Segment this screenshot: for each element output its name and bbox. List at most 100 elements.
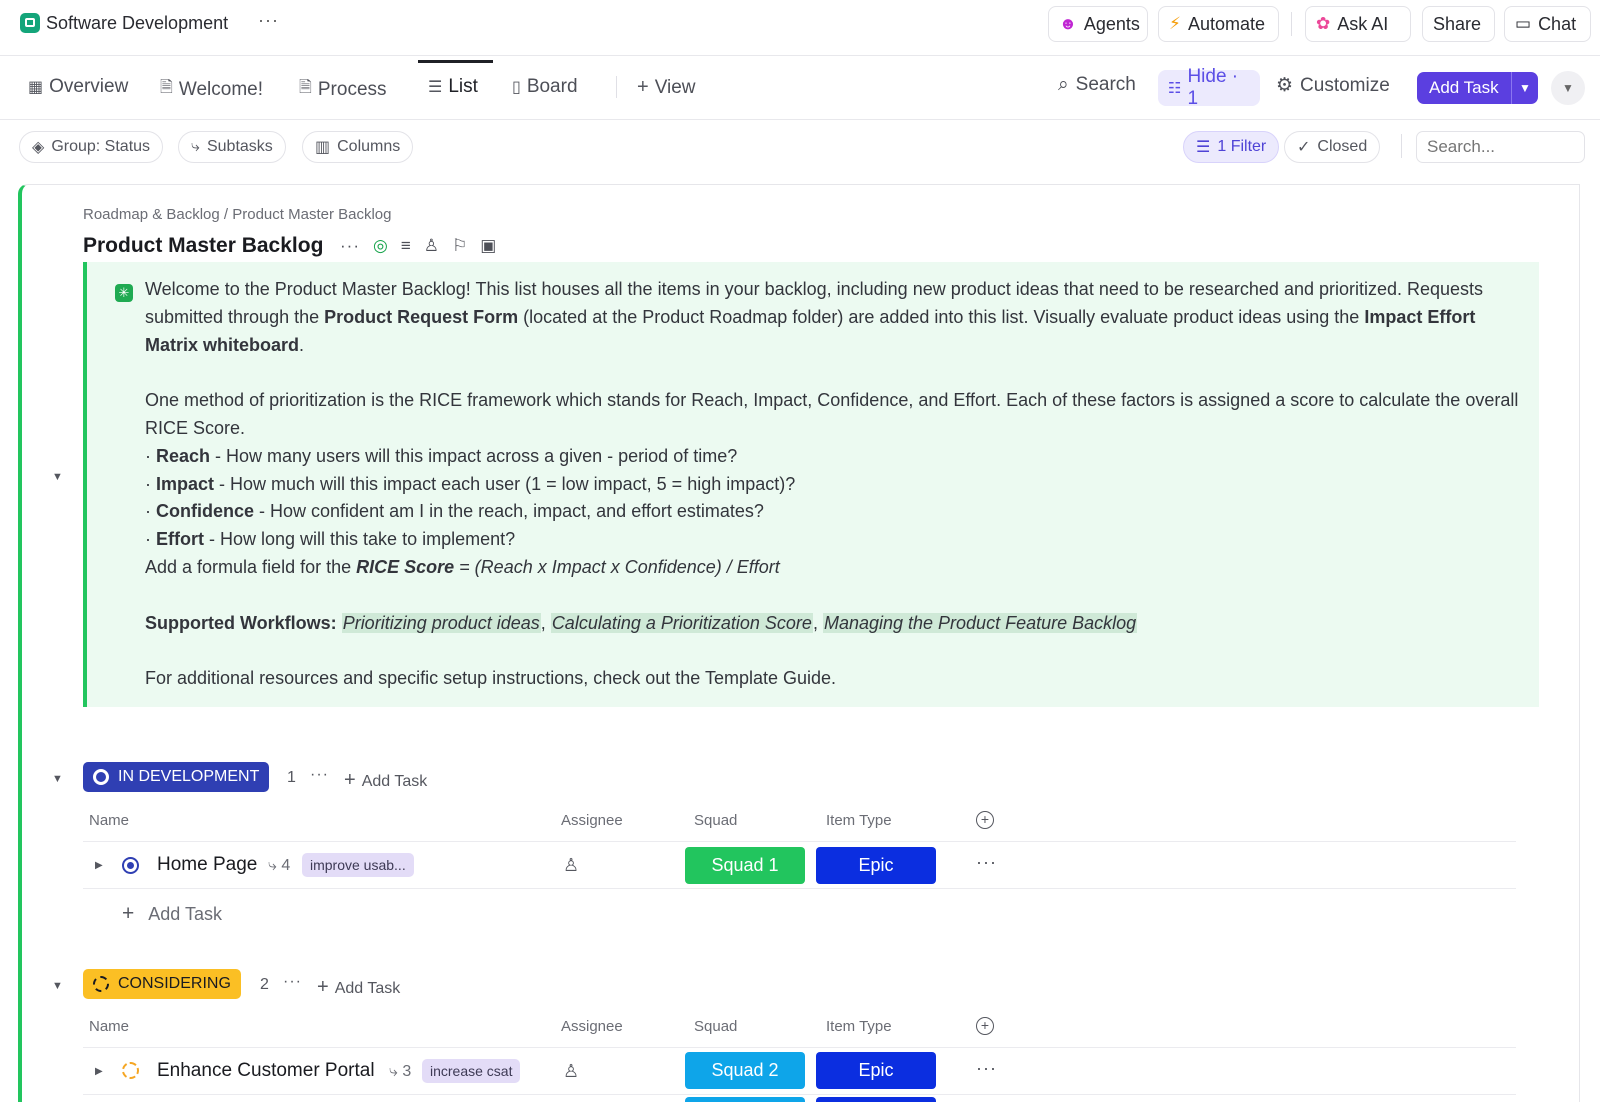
more-icon[interactable]: ··· xyxy=(340,236,360,256)
description-rice: One method of prioritization is the RICE… xyxy=(145,390,1519,438)
column-header-assignee[interactable]: Assignee xyxy=(561,1018,623,1035)
column-header-assignee[interactable]: Assignee xyxy=(561,812,623,829)
workflow-link[interactable]: Calculating a Prioritization Score xyxy=(550,612,813,633)
add-view-button[interactable]: + View xyxy=(637,76,696,99)
squad-cell[interactable]: Squad 1 xyxy=(685,847,805,884)
expand-subtasks-icon[interactable]: ▶ xyxy=(95,1066,103,1077)
more-icon[interactable]: ··· xyxy=(976,1058,997,1079)
breadcrumb[interactable]: Roadmap & Backlog / Product Master Backl… xyxy=(83,206,391,223)
agents-button[interactable]: ☻ Agents xyxy=(1048,6,1148,42)
collapse-description-icon[interactable]: ▼ xyxy=(52,471,63,483)
status-icon[interactable] xyxy=(122,1062,139,1079)
chevron-down-icon[interactable]: ▼ xyxy=(1512,81,1538,95)
doc-icon: 🗎 xyxy=(299,79,312,96)
columns-button[interactable]: ▥ Columns xyxy=(302,131,414,163)
tag[interactable]: increase csat xyxy=(422,1059,521,1083)
active-tab-indicator xyxy=(418,60,493,63)
tab-board[interactable]: ▯ Board xyxy=(512,76,578,98)
group-add-task-button[interactable]: + Add Task xyxy=(317,976,400,999)
divider xyxy=(1401,134,1402,158)
subtask-count[interactable]: ⤷ 3 xyxy=(389,1063,411,1081)
tab-list[interactable]: ☰ List xyxy=(428,76,478,98)
chevron-down-icon: ▼ xyxy=(1562,81,1574,95)
workflow-link[interactable]: Managing the Product Feature Backlog xyxy=(822,612,1138,633)
plus-icon: + xyxy=(317,976,329,998)
collapse-group-icon[interactable]: ▼ xyxy=(52,980,63,992)
more-icon[interactable]: ··· xyxy=(283,973,302,991)
task-name[interactable]: Enhance Customer Portal xyxy=(157,1060,375,1082)
item-type-cell[interactable]: Epic xyxy=(816,847,936,884)
gear-icon: ⚙ xyxy=(1276,75,1294,96)
column-header-item-type[interactable]: Item Type xyxy=(826,812,892,829)
expand-subtasks-icon[interactable]: ▶ xyxy=(95,860,103,871)
workspace-icon xyxy=(20,13,40,33)
filter-button[interactable]: ☰ 1 Filter xyxy=(1183,131,1280,163)
automate-button[interactable]: ⚡ Automate xyxy=(1158,6,1279,42)
plus-icon: + xyxy=(637,76,649,98)
add-column-icon[interactable]: + xyxy=(976,811,994,829)
tab-process[interactable]: 🗎 Process xyxy=(299,76,387,103)
description-closing: For additional resources and specific se… xyxy=(145,668,837,689)
page-title[interactable]: Product Master Backlog xyxy=(83,234,323,258)
add-assignee-icon[interactable]: ♙ xyxy=(563,1061,579,1082)
status-badge[interactable]: IN DEVELOPMENT xyxy=(83,762,270,792)
supported-workflows: Supported Workflows: Prioritizing produc… xyxy=(145,612,1138,633)
task-name[interactable]: Home Page xyxy=(157,854,257,876)
customize-button[interactable]: ⚙ Customize xyxy=(1276,74,1390,97)
hide-button[interactable]: ☷ Hide · 1 xyxy=(1158,66,1260,109)
group-by-button[interactable]: ◈ Group: Status xyxy=(19,131,164,163)
status-icon[interactable] xyxy=(122,857,139,874)
status-badge[interactable]: CONSIDERING xyxy=(83,969,241,999)
subtasks-button[interactable]: ⤷ Subtasks xyxy=(178,131,286,163)
column-header-squad[interactable]: Squad xyxy=(694,812,737,829)
tab-overview[interactable]: ▦ Overview xyxy=(28,76,128,98)
more-icon[interactable]: ··· xyxy=(258,10,279,31)
collapse-toggle-button[interactable]: ▼ xyxy=(1551,71,1585,105)
status-icon xyxy=(93,769,109,785)
tag[interactable]: improve usab... xyxy=(302,853,414,877)
flag-icon[interactable]: ⚐ xyxy=(452,236,467,256)
divider xyxy=(616,76,617,98)
collapse-group-icon[interactable]: ▼ xyxy=(52,773,63,785)
squad-cell[interactable]: Squad 2 xyxy=(685,1052,805,1089)
ask-ai-button[interactable]: ✿ Ask AI xyxy=(1305,6,1411,42)
top-bar: Software Development ··· ☻ Agents ⚡ Auto… xyxy=(0,0,1600,56)
add-task-row[interactable]: + Add Task xyxy=(122,902,222,926)
column-header-name[interactable]: Name xyxy=(89,812,129,829)
sparkle-icon: ✳ xyxy=(115,284,133,302)
chat-button[interactable]: ▭ Chat xyxy=(1504,6,1591,42)
column-header-name[interactable]: Name xyxy=(89,1018,129,1035)
workspace-title[interactable]: Software Development xyxy=(46,13,228,34)
column-header-squad[interactable]: Squad xyxy=(694,1018,737,1035)
search-button[interactable]: ⌕ Search xyxy=(1058,74,1136,96)
share-button[interactable]: Share xyxy=(1422,6,1495,42)
workflow-link[interactable]: Prioritizing product ideas xyxy=(341,612,541,633)
description-icon[interactable]: ≡ xyxy=(401,236,411,256)
subtask-count[interactable]: ⤷ 4 xyxy=(268,857,290,875)
item-type-cell[interactable]: Epic xyxy=(816,1052,936,1089)
columns-icon: ▥ xyxy=(315,139,331,156)
user-icon[interactable]: ♙ xyxy=(424,236,439,256)
item-type-cell xyxy=(816,1097,936,1102)
add-assignee-icon[interactable]: ♙ xyxy=(563,855,579,876)
group-count: 2 xyxy=(260,976,269,993)
more-icon[interactable]: ··· xyxy=(976,852,997,873)
add-task-button[interactable]: Add Task ▼ xyxy=(1417,72,1538,104)
board-icon: ▯ xyxy=(512,79,521,96)
filter-icon: ☰ xyxy=(1196,139,1211,156)
subtasks-icon: ⤷ xyxy=(268,857,277,874)
doc-icon: 🗎 xyxy=(160,79,173,96)
calendar-icon[interactable]: ▣ xyxy=(480,236,496,256)
status-drop-icon[interactable]: ◎ xyxy=(373,236,388,256)
tab-welcome[interactable]: 🗎 Welcome! xyxy=(160,76,263,103)
add-column-icon[interactable]: + xyxy=(976,1017,994,1035)
search-icon: ⌕ xyxy=(1058,74,1069,95)
column-header-item-type[interactable]: Item Type xyxy=(826,1018,892,1035)
group-add-task-button[interactable]: + Add Task xyxy=(344,769,427,792)
ai-sparkle-icon: ✿ xyxy=(1316,14,1331,33)
more-icon[interactable]: ··· xyxy=(310,766,329,784)
divider xyxy=(1291,12,1292,36)
search-input[interactable] xyxy=(1416,131,1585,163)
sliders-icon: ☷ xyxy=(1168,80,1182,97)
closed-toggle[interactable]: ✓ Closed xyxy=(1284,131,1381,163)
